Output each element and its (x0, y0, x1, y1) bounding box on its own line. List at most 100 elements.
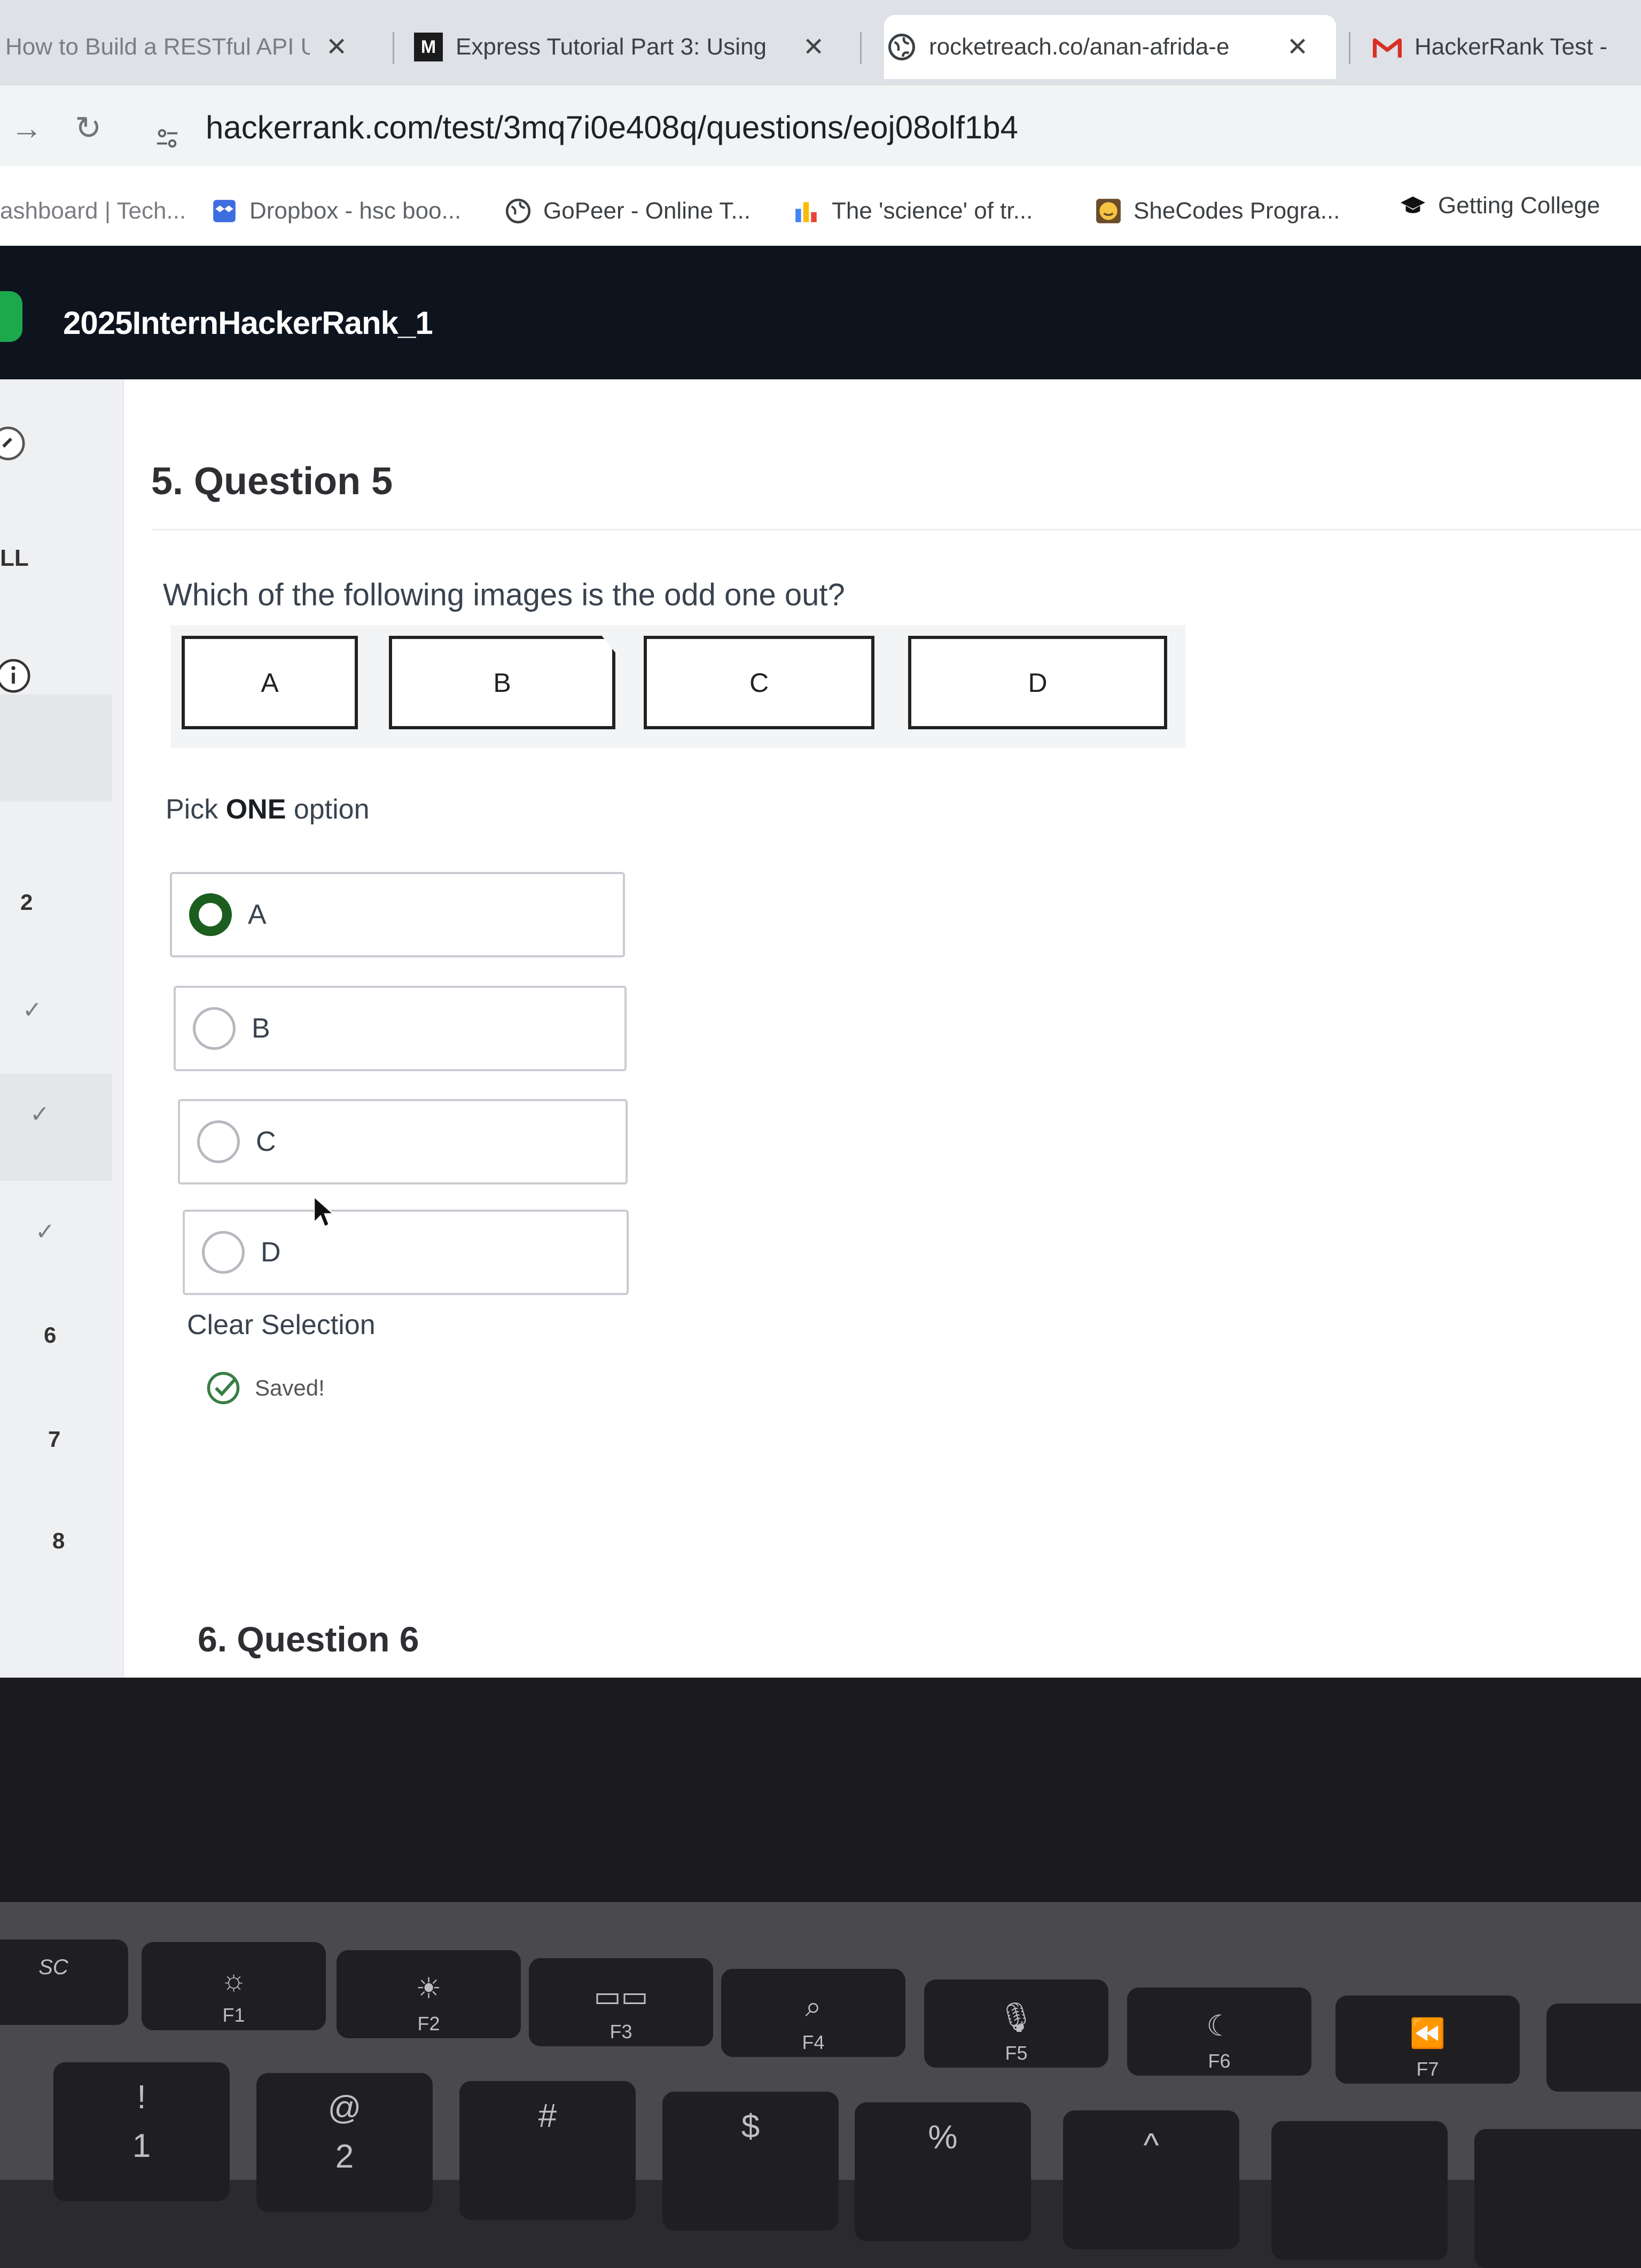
key-digit: 2 (335, 2138, 354, 2175)
smiley-icon (1095, 198, 1122, 224)
sidebar-item-active-bg (0, 1074, 112, 1181)
key-symbol: % (928, 2119, 958, 2156)
bookmark-label: The 'science' of tr... (832, 198, 1033, 224)
sidebar-all-filter[interactable]: LL (0, 545, 29, 572)
key-6: ^ (1063, 2110, 1239, 2249)
bookmark-label: ashboard | Tech... (0, 198, 186, 224)
sidebar-item-8[interactable]: 8 (52, 1528, 65, 1554)
clear-selection-button[interactable]: Clear Selection (187, 1309, 376, 1341)
key-label: F3 (609, 2021, 632, 2043)
microphone-icon: 🎙 (998, 2001, 1035, 2033)
key-digit: 1 (132, 2127, 151, 2164)
option-b[interactable]: B (174, 986, 627, 1071)
option-c[interactable]: C (178, 1099, 628, 1184)
title-divider (151, 529, 1641, 531)
spotlight-search-icon: ⌕ (805, 1991, 822, 2023)
sidebar-item-3[interactable]: ✓ (22, 996, 42, 1024)
bookmark-gopeer[interactable]: GoPeer - Online T... (505, 192, 751, 230)
f1-key: ☼ F1 (142, 1942, 326, 2030)
tab-divider (860, 32, 862, 64)
radio-selected[interactable] (189, 893, 232, 936)
key-label: F1 (222, 2004, 245, 2026)
close-icon[interactable]: ✕ (326, 32, 347, 62)
escape-key: SC (0, 1939, 128, 2025)
question-5-text: Which of the following images is the odd… (163, 578, 845, 612)
key-2: @2 (256, 2073, 433, 2212)
tab-title: How to Build a RESTful API U (5, 34, 310, 60)
question-sidebar: LL 1 2 ✓ ✓ ✓ 6 7 8 (0, 379, 124, 1678)
sidebar-item-2[interactable]: 2 (20, 890, 33, 915)
globe-icon (505, 198, 532, 224)
check-circle-icon (207, 1371, 240, 1405)
laptop-keyboard: SC ☼ F1 ☀ F2 ▭▭ F3 ⌕ F4 🎙 F5 ☾ F6 ⏪ F7 ! 1 @2 # … (0, 1902, 1641, 2268)
bookmark-label: GoPeer - Online T... (543, 198, 751, 224)
sidebar-item-5[interactable]: ✓ (35, 1218, 55, 1245)
bookmark-label: Dropbox - hsc boo... (249, 198, 462, 224)
graduation-cap-icon (1400, 192, 1426, 219)
mouse-cursor-icon (314, 1197, 335, 1227)
mission-control-icon: ▭▭ (593, 1981, 648, 2013)
bookmark-shecodes[interactable]: SheCodes Progra... (1095, 192, 1340, 230)
collapse-sidebar-icon[interactable] (0, 425, 27, 462)
key-label: F6 (1208, 2050, 1231, 2072)
f3-key: ▭▭ F3 (529, 1958, 713, 2046)
bookmark-science[interactable]: The 'science' of tr... (793, 192, 1033, 230)
bookmark-getting-college[interactable]: Getting College (1400, 187, 1600, 224)
mdn-icon: M (414, 33, 443, 61)
f8-key (1546, 2004, 1641, 2092)
tab-divider (393, 32, 394, 64)
close-icon[interactable]: ✕ (1287, 32, 1308, 62)
gmail-icon (1373, 33, 1402, 61)
option-label: B (252, 1013, 270, 1044)
forward-icon[interactable]: → (11, 110, 43, 146)
brightness-up-icon: ☀ (416, 1973, 442, 2005)
hackerrank-logo (0, 291, 22, 342)
site-info-icon[interactable] (155, 126, 179, 151)
key-symbol: # (538, 2098, 557, 2134)
tab-restful-api[interactable]: How to Build a RESTful API U ✕ (5, 15, 369, 79)
saved-label: Saved! (255, 1375, 325, 1400)
sidebar-item-6[interactable]: 6 (44, 1322, 56, 1348)
f5-key: 🎙 F5 (924, 1979, 1108, 2068)
f4-key: ⌕ F4 (721, 1969, 905, 2057)
sidebar-item-highlight (0, 695, 112, 801)
key-8 (1474, 2129, 1641, 2268)
f6-key: ☾ F6 (1127, 1988, 1311, 2076)
browser-tab-bar: How to Build a RESTful API U ✕ M Express… (0, 0, 1641, 85)
info-icon[interactable] (0, 657, 32, 695)
tab-title: Express Tutorial Part 3: Using (456, 34, 767, 60)
option-label: A (248, 899, 267, 930)
tab-hackerrank-test[interactable]: HackerRank Test - (1373, 15, 1640, 79)
brightness-down-icon: ☼ (220, 1964, 247, 1996)
bookmark-dropbox[interactable]: Dropbox - hsc boo... (211, 192, 461, 230)
image-label: A (261, 667, 279, 698)
key-symbol: ! (137, 2079, 146, 2116)
option-d[interactable]: D (183, 1210, 629, 1295)
radio-unselected[interactable] (202, 1231, 245, 1274)
close-icon[interactable]: ✕ (803, 32, 824, 62)
globe-icon (887, 33, 916, 61)
key-label: F5 (1005, 2042, 1028, 2064)
bookmark-dashboard[interactable]: ashboard | Tech... (0, 192, 186, 230)
key-7 (1271, 2121, 1448, 2260)
bookmark-label: SheCodes Progra... (1134, 198, 1340, 224)
radio-unselected[interactable] (197, 1120, 240, 1163)
dropbox-icon (211, 198, 238, 224)
sidebar-item-4[interactable]: ✓ (30, 1101, 50, 1128)
sidebar-item-7[interactable]: 7 (48, 1427, 60, 1452)
option-label: D (261, 1237, 281, 1268)
radio-unselected[interactable] (193, 1007, 236, 1050)
image-label: B (493, 667, 511, 698)
tab-express-tutorial[interactable]: M Express Tutorial Part 3: Using ✕ (414, 15, 841, 79)
key-5: % (855, 2102, 1031, 2241)
tab-rocketreach[interactable]: rocketreach.co/anan-afrida-e ✕ (884, 15, 1336, 79)
test-title: 2025InternHackerRank_1 (63, 305, 433, 341)
image-option-c: C (644, 636, 874, 729)
url-input[interactable]: hackerrank.com/test/3mq7i0e408q/question… (206, 102, 1641, 153)
reload-icon[interactable]: ↻ (75, 110, 101, 147)
key-1: ! 1 (53, 2062, 230, 2201)
key-symbol: @ (327, 2090, 362, 2126)
image-label: D (1028, 667, 1048, 698)
option-a[interactable]: A (170, 872, 625, 957)
moon-icon: ☾ (1206, 2010, 1232, 2042)
